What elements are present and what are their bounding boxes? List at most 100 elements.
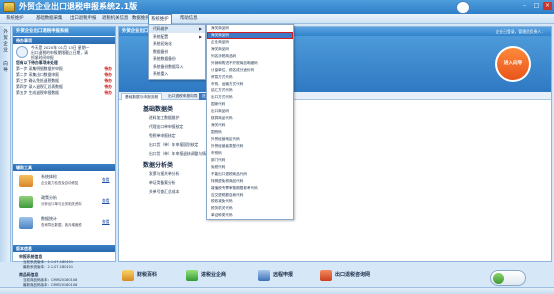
submenu-item-25[interactable]: 税收减免代码 <box>207 198 293 205</box>
system-menu-dropdown: 代码维护 ▶ 系统配置 ▶ 系统初始化 数据备份 系统数据备份 系统备份数据导入 系… <box>148 24 206 80</box>
submenu-item-11[interactable]: 国家代码 <box>207 101 293 108</box>
tax-enterprise-label: 进税业企商 <box>201 272 227 278</box>
submenu-item-0[interactable]: 海关商品码 <box>207 25 293 32</box>
chart-icon <box>19 196 33 208</box>
remote-declare-button[interactable]: 远程申报 <box>256 267 320 283</box>
task-row-1[interactable]: 第一步 采集明细数据并申报 待办 <box>16 66 114 71</box>
tax-enterprise-button[interactable]: 进税业企商 <box>184 267 248 283</box>
submenu-item-9[interactable]: 结汇方式代码 <box>207 87 293 94</box>
menu-item-system-init[interactable]: 系统初始化 <box>149 40 205 48</box>
online-help-icon[interactable] <box>456 1 470 14</box>
tools-header: 辅助工具 <box>13 164 115 171</box>
analysis-item-3[interactable]: 关单号查汇总成本 <box>149 189 179 195</box>
basic-item-5[interactable]: 出口货（单）年申报退核调整与情况 <box>149 151 210 157</box>
title-bar: 外贸企业出口退税申报系统2.1版 – □ × <box>0 0 554 14</box>
vtab-guide[interactable]: 向导 <box>0 62 11 74</box>
menu-item-data-backup[interactable]: 数据备份 <box>149 48 205 56</box>
tool-desc-1: 企业能力检查及自动修复 <box>41 181 79 185</box>
basic-item-1[interactable]: 进料加工数据维护 <box>149 115 179 121</box>
menu-item-system-config[interactable]: 系统配置 ▶ <box>149 33 205 41</box>
book-icon <box>122 270 134 281</box>
submenu-item-20[interactable]: 免税代码 <box>207 164 293 171</box>
submenu-item-22[interactable]: 特殊退免税商品代码 <box>207 178 293 185</box>
submenu-item-23[interactable]: 增值税专票审核期限参考代码 <box>207 185 293 192</box>
task-row-5[interactable]: 第五步 生成退税申报数据 待办 <box>16 90 114 95</box>
tax-encyclopedia-label: 财税百科 <box>137 272 158 278</box>
tool-desc-3: 查询导出数据，各月增值税 <box>41 223 82 227</box>
menu-bar: 系统维护 基础数据采集 出口退税申报 退税机关信息 数据维护 系统维护 帮助信息 <box>0 14 554 24</box>
menu-basic-data[interactable]: 基础数据采集 <box>34 15 64 23</box>
vtab-main[interactable]: 外贸企业 <box>0 30 11 54</box>
task-row-2[interactable]: 第二步 采集出口数据申报 待办 <box>16 72 114 77</box>
menu-help[interactable]: 帮助信息 <box>178 15 200 23</box>
task-header: 待办事项 <box>13 37 115 44</box>
network-widget[interactable] <box>490 270 526 286</box>
menu-item-backup-import[interactable]: 系统备份数据导入 <box>149 63 205 71</box>
database-icon <box>19 217 33 229</box>
left-panel-header: 外贸企业出口退税申报系统 <box>13 27 115 36</box>
analysis-item-2[interactable]: 单证类备案分析 <box>149 180 176 186</box>
login-info: 企业已登录，管理员负责人： <box>495 29 545 34</box>
vertical-tab-strip: 外贸企业 向导 <box>0 26 11 262</box>
menu-item-system-restart[interactable]: 系统重入 <box>149 70 205 78</box>
submenu-item-4[interactable]: 列名涉税商品码 <box>207 53 293 60</box>
submenu-item-16[interactable]: 外贸经营地区代码 <box>207 136 293 143</box>
submenu-item-7[interactable]: 贸易方式代码 <box>207 74 293 81</box>
basic-item-4[interactable]: 出口货（单）年申报国别核定 <box>149 142 198 148</box>
task-section: 今天是 2020年 01月 13日 星期一 出口退税的申报期限截止日期，请 抓紧… <box>13 44 115 100</box>
submenu-item-12[interactable]: 出口商品码 <box>207 108 293 115</box>
tax-consult-button[interactable]: 出口退税咨询网 <box>318 267 404 283</box>
submenu-item-3[interactable]: 海关商品码 <box>207 46 293 53</box>
toolbox-icon <box>19 175 33 187</box>
submenu-item-10[interactable]: 出口方式代码 <box>207 94 293 101</box>
code-submenu: 海关商品码 海关商品码 企业商品码 海关商品码 列名涉税商品码 外销和购进不开税… <box>206 24 294 220</box>
submenu-item-24[interactable]: 应交退税额自我代码 <box>207 192 293 199</box>
submenu-item-26[interactable]: 税务机关代码 <box>207 205 293 212</box>
window-title: 外贸企业出口退税申报系统2.1版 <box>19 2 138 11</box>
tool-link-1[interactable]: 查看 <box>102 177 110 183</box>
menu-tax-office[interactable]: 退税机关信息 <box>100 15 130 23</box>
submenu-item-8[interactable]: 币别、运输方式代码 <box>207 81 293 88</box>
tax-consult-label: 出口退税咨询网 <box>335 272 371 278</box>
tool-link-3[interactable]: 查看 <box>102 219 110 225</box>
submenu-item-2[interactable]: 企业商品码 <box>207 39 293 46</box>
notice-text: 您有以下待办事项未处理 <box>16 60 58 65</box>
basic-item-3[interactable]: 免税单申报核定 <box>149 133 176 139</box>
menu-system[interactable]: 系统维护 <box>4 15 26 23</box>
task-row-4[interactable]: 第四步 录入退税汇总表数据 待办 <box>16 84 114 89</box>
version-header: 版本信息 <box>13 245 115 252</box>
task-row-3[interactable]: 第三步 确认免抵退税数据 待办 <box>16 78 114 83</box>
submenu-item-6[interactable]: 计量单位、税名成分适价码 <box>207 67 293 74</box>
menu-system-maintain[interactable]: 系统维护 <box>148 14 172 24</box>
close-button[interactable]: × <box>543 2 552 10</box>
submenu-item-1[interactable]: 海关商品码 <box>207 31 293 39</box>
tab-guide[interactable]: 出口退税申报向导 <box>165 93 201 100</box>
menu-item-code-maintain[interactable]: 代码维护 ▶ <box>149 25 205 33</box>
left-panel: 外贸企业出口退税申报系统 待办事项 今天是 2020年 01月 13日 星期一 … <box>12 26 116 287</box>
maximize-button[interactable]: □ <box>532 2 541 10</box>
basic-item-2[interactable]: 代理出口单申报核定 <box>149 124 183 130</box>
submenu-item-19[interactable]: 部门代码 <box>207 157 293 164</box>
submenu-item-18[interactable]: 币别码 <box>207 150 293 157</box>
tool-link-2[interactable]: 查看 <box>102 198 110 204</box>
app-logo-icon <box>3 2 15 12</box>
submenu-item-5[interactable]: 外销和购进不开税商品明细码 <box>207 60 293 67</box>
submenu-item-21[interactable]: 不能出口退税商品代码 <box>207 171 293 178</box>
submenu-item-13[interactable]: 核算商品代码 <box>207 115 293 122</box>
submenu-item-15[interactable]: 国别码 <box>207 129 293 136</box>
clock-icon <box>16 46 28 58</box>
submenu-item-17[interactable]: 外贸经营者类型代码 <box>207 143 293 150</box>
tax-encyclopedia-button[interactable]: 财税百科 <box>120 267 184 283</box>
analysis-item-1[interactable]: 发票与报关单分析 <box>149 171 179 177</box>
menu-declare[interactable]: 出口退税申报 <box>68 15 98 23</box>
minimize-button[interactable]: – <box>520 2 529 10</box>
submenu-item-27[interactable]: 单证种类代码 <box>207 212 293 219</box>
submenu-item-14[interactable]: 海关代码 <box>207 122 293 129</box>
menu-item-system-backup[interactable]: 系统数据备份 <box>149 55 205 63</box>
status-bar <box>0 287 554 294</box>
guide-button[interactable]: 进入向导 <box>497 48 529 80</box>
remote-icon <box>258 270 270 281</box>
remote-declare-label: 远程申报 <box>273 272 294 278</box>
basic-category-title: 基础数据类 <box>143 106 174 113</box>
tab-basic[interactable]: 基础数据与申报流程 <box>121 93 163 100</box>
